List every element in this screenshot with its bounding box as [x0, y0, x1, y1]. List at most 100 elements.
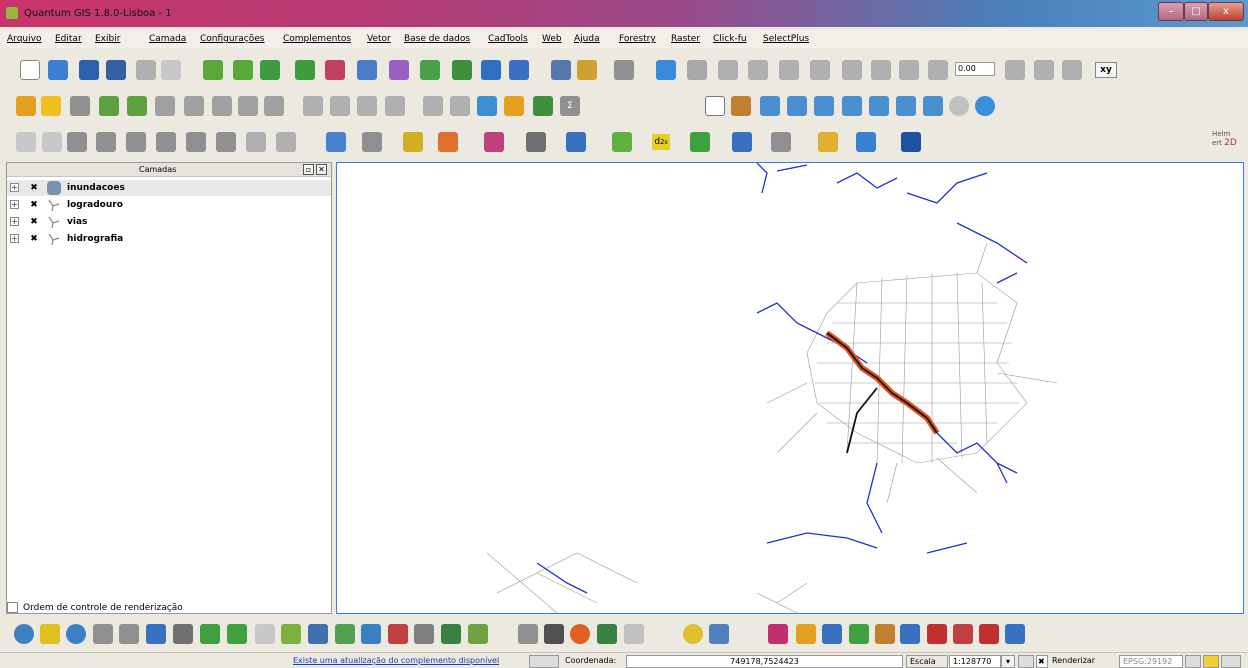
spatial-query-icon[interactable]	[612, 132, 632, 152]
pan-icon[interactable]	[705, 96, 725, 116]
layer-row[interactable]: + ✖ vias	[7, 214, 331, 230]
pan-to-selection-icon[interactable]	[731, 96, 751, 116]
expand-icon[interactable]: +	[10, 200, 19, 209]
pin-labels-icon[interactable]	[70, 96, 90, 116]
network-tool-icon[interactable]	[93, 624, 113, 644]
circle-tool-icon[interactable]	[126, 132, 146, 152]
zoom-last-icon[interactable]	[896, 96, 916, 116]
style-tool-icon[interactable]	[822, 624, 842, 644]
menu-ajuda[interactable]: Ajuda	[574, 34, 600, 44]
d2-tool-button[interactable]: d2s	[652, 134, 670, 150]
water-drop-icon[interactable]	[566, 132, 586, 152]
bar-chart-icon[interactable]	[624, 624, 644, 644]
check-geometry-icon[interactable]	[690, 132, 710, 152]
identify-icon[interactable]	[423, 96, 443, 116]
add-wms-icon[interactable]	[357, 60, 377, 80]
paint-tool-icon[interactable]	[849, 624, 869, 644]
arc-tool-icon[interactable]	[156, 132, 176, 152]
cut-features-icon[interactable]	[842, 60, 862, 80]
ortho-tool-icon[interactable]	[246, 132, 266, 152]
visibility-checkbox[interactable]: ✖	[29, 234, 39, 244]
render-order-checkbox[interactable]	[7, 602, 18, 613]
rotate-label-icon[interactable]	[155, 96, 175, 116]
spline-tool-icon[interactable]	[216, 132, 236, 152]
abc-label-icon[interactable]	[303, 96, 323, 116]
visibility-checkbox[interactable]: ✖	[29, 200, 39, 210]
undo-icon[interactable]	[16, 132, 36, 152]
menu-forestry[interactable]: Forestry	[619, 34, 656, 44]
terrain-icon[interactable]	[597, 624, 617, 644]
embed-layers-icon[interactable]	[551, 60, 571, 80]
gps-tool-icon[interactable]	[438, 132, 458, 152]
zoom-native-icon[interactable]	[949, 96, 969, 116]
map-canvas[interactable]	[336, 162, 1244, 614]
menu-cadtools[interactable]: CadTools	[488, 34, 528, 44]
maximize-button[interactable]: □	[1184, 2, 1208, 21]
rotate-point-icon[interactable]	[385, 96, 405, 116]
expand-icon[interactable]: +	[10, 183, 19, 192]
heatmap-icon[interactable]	[484, 132, 504, 152]
add-oracle-icon[interactable]	[509, 60, 529, 80]
composer-manager-icon[interactable]	[161, 60, 181, 80]
scale-dropdown-icon[interactable]: ▾	[1001, 655, 1015, 668]
tolerance-spinbox[interactable]: 0.00	[955, 62, 995, 76]
stop-render-icon[interactable]	[1018, 655, 1034, 668]
float-panel-button[interactable]: ▫	[303, 164, 314, 175]
user-tool-icon[interactable]	[173, 624, 193, 644]
map-render[interactable]	[337, 162, 1243, 614]
raster-calculator-icon[interactable]	[526, 132, 546, 152]
new-spatialite-layer-icon[interactable]	[577, 60, 597, 80]
copy-features-icon[interactable]	[871, 60, 891, 80]
zoom-full-icon[interactable]	[814, 96, 834, 116]
reshape-icon[interactable]	[238, 96, 258, 116]
globe-tool-icon[interactable]	[901, 132, 921, 152]
save-edits-icon[interactable]	[687, 60, 707, 80]
field-calculator-icon[interactable]: Σ	[560, 96, 580, 116]
menu-web[interactable]: Web	[542, 34, 562, 44]
export-tool-icon[interactable]	[1005, 624, 1025, 644]
bookmark-icon[interactable]	[504, 96, 524, 116]
add-raster-layer-icon[interactable]	[233, 60, 253, 80]
plugin-update-link[interactable]: Existe uma atualização do complemento di…	[290, 655, 529, 668]
statistics-icon[interactable]	[361, 624, 381, 644]
epsg-button[interactable]: EPSG:29192	[1119, 655, 1183, 668]
vector-info-icon[interactable]	[281, 624, 301, 644]
warning-icon[interactable]	[1203, 655, 1219, 668]
menu-exibir[interactable]: Exibir	[95, 34, 120, 44]
expand-icon[interactable]: +	[10, 217, 19, 226]
pencil-tool-icon[interactable]	[335, 624, 355, 644]
web-service-icon[interactable]	[66, 624, 86, 644]
expand-icon[interactable]: +	[10, 234, 19, 243]
globe-icon[interactable]	[14, 624, 34, 644]
close-button[interactable]: x	[1208, 2, 1244, 21]
topology-icon[interactable]	[818, 132, 838, 152]
add-wfs-icon[interactable]	[389, 60, 409, 80]
save-as-icon[interactable]	[106, 60, 126, 80]
menu-configuracoes[interactable]: Configurações	[200, 34, 264, 44]
xml-tool-icon[interactable]	[927, 624, 947, 644]
spiral-tool-icon[interactable]	[468, 624, 488, 644]
wave-tool-icon[interactable]	[518, 624, 538, 644]
move-label-icon[interactable]	[127, 96, 147, 116]
digitize-arc-icon[interactable]	[67, 132, 87, 152]
zoom-selection-icon[interactable]	[842, 96, 862, 116]
layer-row[interactable]: + ✖ hidrografia	[7, 231, 331, 247]
menu-complementos[interactable]: Complementos	[283, 34, 351, 44]
add-ring-icon[interactable]	[1005, 60, 1025, 80]
simplify-feature-icon[interactable]	[928, 60, 948, 80]
merge-features-icon[interactable]	[330, 96, 350, 116]
split-icon[interactable]	[264, 96, 284, 116]
light-tool-icon[interactable]	[683, 624, 703, 644]
new-shapefile-icon[interactable]	[452, 60, 472, 80]
minimize-button[interactable]: –	[1158, 2, 1184, 21]
save-project-icon[interactable]	[79, 60, 99, 80]
add-feature-icon[interactable]	[718, 60, 738, 80]
table-manager-icon[interactable]	[856, 132, 876, 152]
visibility-checkbox[interactable]: ✖	[29, 183, 39, 193]
add-mssql-icon[interactable]	[325, 60, 345, 80]
zoom-in-icon[interactable]	[760, 96, 780, 116]
coord-toggle-icon[interactable]	[529, 655, 559, 668]
toggle-editing-icon[interactable]	[656, 60, 676, 80]
cursor-tool-icon[interactable]	[255, 624, 275, 644]
python-console-icon[interactable]	[40, 624, 60, 644]
